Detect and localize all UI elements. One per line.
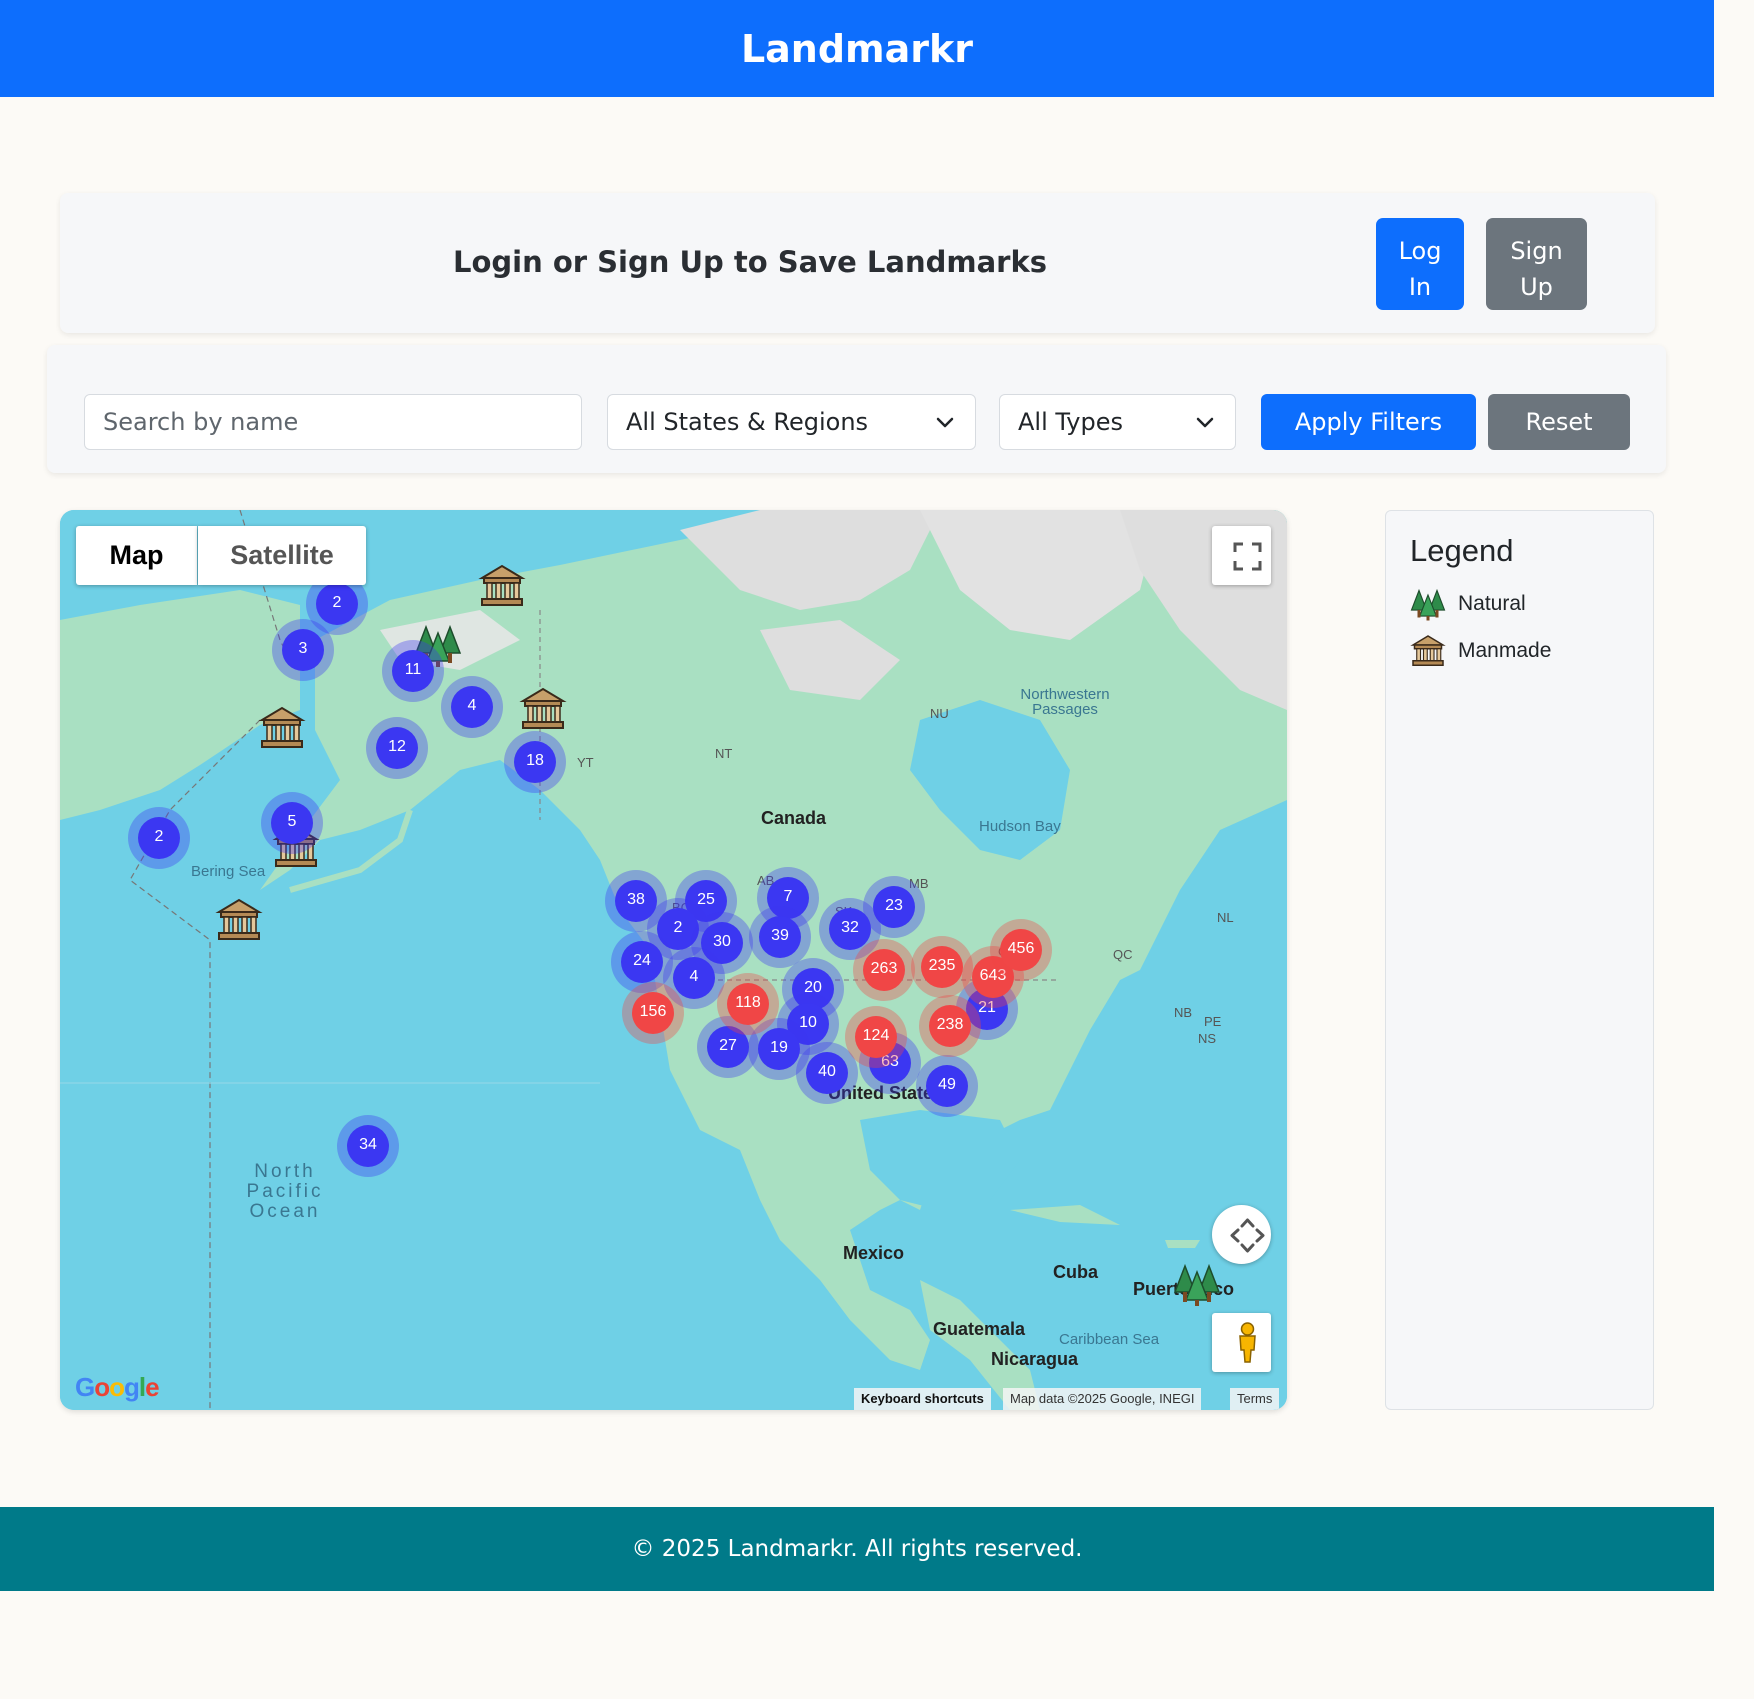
legend-manmade-label: Manmade: [1458, 639, 1552, 662]
pegman-icon: [1239, 1322, 1256, 1363]
legend-title: Legend: [1410, 533, 1514, 568]
state-region-select[interactable]: All States & Regions: [607, 394, 976, 450]
cluster-count-label: 12: [388, 738, 406, 755]
pine-trees-icon[interactable]: [1173, 1262, 1221, 1306]
cluster-count-label: 156: [639, 1003, 667, 1020]
museum-building-icon[interactable]: [519, 685, 567, 733]
cluster-count-label: 263: [870, 960, 898, 977]
cluster-count-label: 456: [1007, 940, 1035, 957]
cluster-count-label: 2: [332, 594, 342, 611]
label-nicaragua: Nicaragua: [991, 1349, 1079, 1369]
cluster-count-label: 238: [936, 1016, 964, 1033]
label-nt: NT: [715, 746, 733, 761]
keyboard-shortcuts-link[interactable]: Keyboard shortcuts: [854, 1388, 991, 1410]
label-nl: NL: [1217, 910, 1234, 925]
state-region-select-value: All States & Regions: [626, 408, 869, 436]
cluster-count-label: 2: [154, 828, 164, 845]
label-north-pacific-ocean: North Pacific Ocean: [246, 1161, 324, 1222]
pine-trees-icon: [1410, 588, 1446, 621]
camera-control-button[interactable]: [1212, 1205, 1271, 1264]
fullscreen-button[interactable]: [1212, 526, 1271, 585]
cluster-count-label: 3: [298, 640, 308, 657]
label-caribbean-sea: Caribbean Sea: [1059, 1331, 1160, 1348]
terms-link[interactable]: Terms: [1230, 1388, 1280, 1410]
cluster-count-label: 18: [526, 752, 544, 769]
museum-building-icon[interactable]: [258, 704, 306, 752]
navbar: Landmarkr: [0, 0, 1714, 97]
cluster-count-label: 5: [287, 813, 297, 830]
cluster-count-label: 235: [928, 957, 956, 974]
label-canada: Canada: [761, 808, 827, 828]
cluster-count-label: 124: [862, 1027, 890, 1044]
label-nu: NU: [930, 706, 949, 721]
fullscreen-icon: [1233, 542, 1262, 571]
label-cuba: Cuba: [1053, 1262, 1098, 1282]
cluster-count-label: 40: [818, 1063, 836, 1080]
cluster-count-label: 11: [404, 661, 422, 678]
legend-panel: Legend Natural Manmade: [1385, 510, 1654, 1410]
legend-item-natural: Natural: [1410, 587, 1526, 621]
label-northwestern-passages: Northwestern Passages: [1020, 686, 1110, 718]
museum-building-icon[interactable]: [478, 562, 526, 610]
label-yt: YT: [577, 755, 594, 770]
signup-button[interactable]: Sign Up: [1486, 218, 1587, 310]
cluster-count-label: 49: [938, 1076, 956, 1093]
map-type-satellite-button[interactable]: Satellite: [198, 526, 366, 585]
cluster-count-label: 39: [771, 927, 789, 944]
google-logo[interactable]: Google: [75, 1372, 160, 1403]
signup-button-label: Sign Up: [1510, 237, 1563, 301]
type-select[interactable]: All Types: [999, 394, 1236, 450]
cluster-count-label: 118: [735, 994, 761, 1011]
reset-button[interactable]: Reset: [1488, 394, 1630, 450]
login-button[interactable]: Log In: [1376, 218, 1464, 310]
cluster-count-label: 27: [719, 1037, 737, 1054]
map-type-map-button[interactable]: Map: [76, 526, 197, 585]
app-title[interactable]: Landmarkr: [741, 27, 973, 71]
legend-item-manmade: Manmade: [1410, 633, 1551, 669]
cluster-count-label: 32: [841, 919, 859, 936]
museum-building-icon[interactable]: [215, 896, 263, 944]
museum-building-icon: [1410, 635, 1446, 666]
filter-bar: All States & Regions All Types Apply Fil…: [47, 345, 1666, 473]
label-pe: PE: [1204, 1014, 1222, 1029]
auth-card: Login or Sign Up to Save Landmarks Log I…: [60, 193, 1655, 333]
footer-text: © 2025 Landmarkr. All rights reserved.: [631, 1536, 1083, 1562]
label-qc: QC: [1113, 947, 1133, 962]
label-bering-sea: Bering Sea: [191, 863, 266, 880]
label-nb: NB: [1174, 1005, 1193, 1020]
cluster-count-label: 19: [770, 1039, 788, 1056]
login-button-label: Log In: [1398, 237, 1442, 301]
cluster-count-label: 24: [633, 952, 651, 969]
cluster-count-label: 34: [359, 1136, 377, 1153]
map-data-attribution: Map data ©2025 Google, INEGI: [1003, 1388, 1202, 1410]
map-view[interactable]: Canada United States Mexico Cuba Guatema…: [60, 510, 1287, 1410]
footer: © 2025 Landmarkr. All rights reserved.: [0, 1507, 1714, 1591]
label-guatemala: Guatemala: [933, 1319, 1026, 1339]
cluster-count-label: 4: [467, 697, 477, 714]
chevron-down-icon: [936, 417, 954, 428]
auth-prompt: Login or Sign Up to Save Landmarks: [453, 245, 1047, 279]
move-arrows-icon: [1230, 1218, 1265, 1253]
chevron-down-icon: [1196, 417, 1214, 428]
label-mexico: Mexico: [843, 1243, 905, 1263]
label-ns: NS: [1198, 1031, 1217, 1046]
legend-natural-label: Natural: [1458, 592, 1526, 615]
search-input[interactable]: [84, 394, 582, 450]
street-view-pegman-button[interactable]: [1212, 1313, 1271, 1372]
type-select-value: All Types: [1018, 408, 1124, 436]
apply-filters-button[interactable]: Apply Filters: [1261, 394, 1476, 450]
cluster-count-label: 7: [783, 888, 793, 905]
label-hudson-bay: Hudson Bay: [979, 818, 1061, 835]
